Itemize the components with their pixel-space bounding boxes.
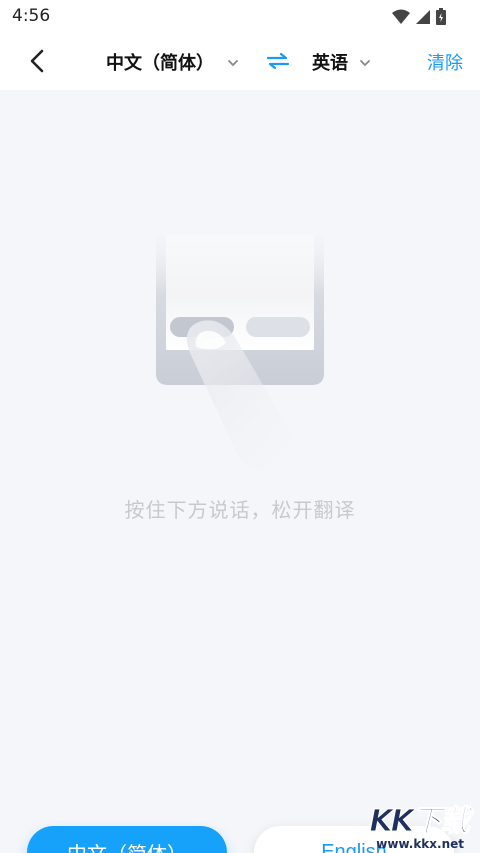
status-icons — [392, 8, 446, 25]
swap-languages-icon[interactable] — [266, 52, 290, 70]
battery-icon — [436, 8, 446, 25]
chevron-down-icon[interactable] — [227, 57, 239, 69]
speak-source-language-button[interactable]: 中文（简体） — [27, 826, 227, 853]
watermark: KK下载 www.kkx.net — [358, 796, 478, 852]
status-bar: 4:56 — [0, 0, 480, 32]
target-language-selector[interactable]: 英语 — [312, 49, 348, 75]
watermark-url: www.kkx.net — [376, 837, 464, 851]
wifi-icon — [392, 9, 410, 24]
status-time: 4:56 — [12, 6, 51, 26]
back-arrow-icon[interactable] — [26, 48, 52, 74]
chevron-down-icon[interactable] — [359, 57, 371, 69]
clear-button[interactable]: 清除 — [427, 49, 463, 75]
press-to-talk-hint: 按住下方说话，松开翻译 — [124, 498, 356, 522]
top-bar: 中文（简体） 英语 清除 — [0, 32, 480, 90]
signal-icon — [416, 9, 430, 24]
watermark-logo: KK下载 — [369, 804, 470, 840]
press-to-talk-illustration — [156, 235, 324, 473]
source-language-selector[interactable]: 中文（简体） — [106, 49, 214, 75]
conversation-area: 按住下方说话，松开翻译 中文（简体） English — [0, 90, 480, 853]
